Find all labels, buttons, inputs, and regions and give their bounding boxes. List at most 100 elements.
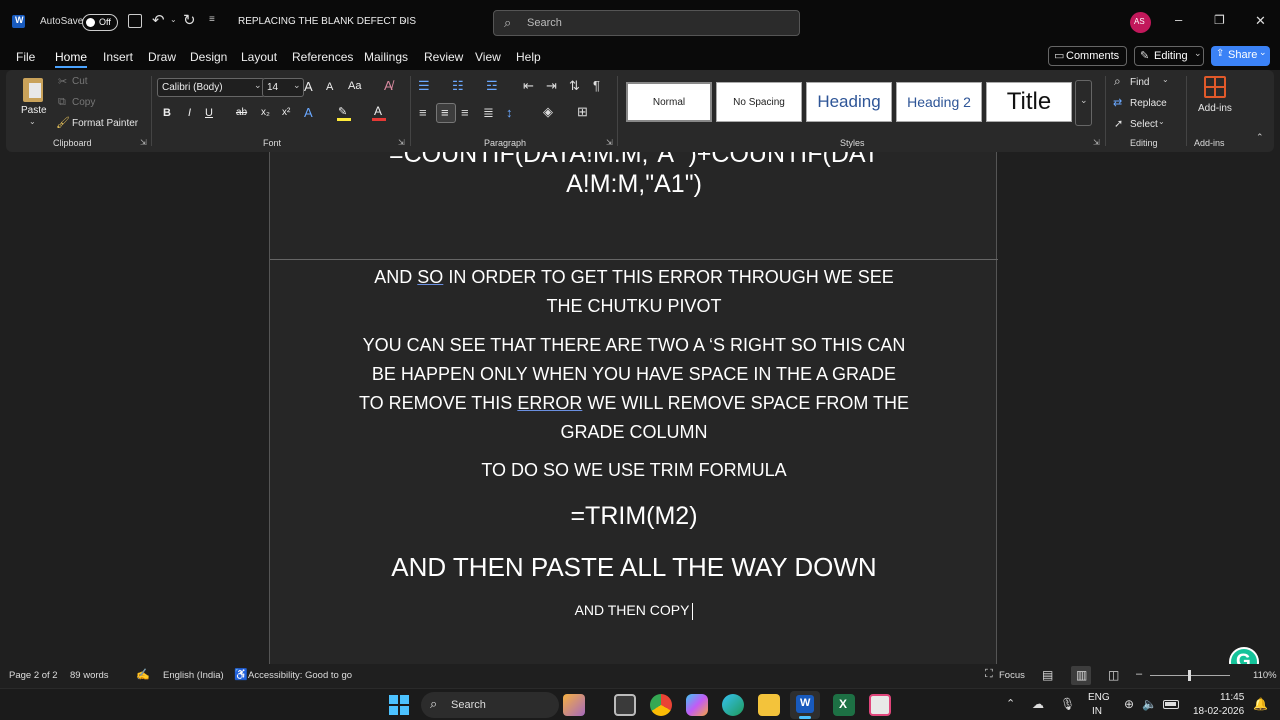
dialog-launcher-icon[interactable]: ⇲	[606, 138, 613, 147]
grow-font-button[interactable]: A	[304, 79, 313, 94]
zoom-out-icon[interactable]: –	[1136, 668, 1142, 680]
subscript-button[interactable]: x₂	[261, 107, 270, 118]
language-line2[interactable]: IN	[1092, 706, 1102, 717]
tab-home[interactable]: Home	[55, 50, 88, 68]
align-center-button[interactable]: ≡	[436, 103, 456, 123]
tab-file[interactable]: File	[16, 50, 35, 64]
tab-insert[interactable]: Insert	[103, 50, 133, 64]
task-view-icon[interactable]	[614, 694, 636, 716]
chevron-up-icon[interactable]: ⌃	[1006, 697, 1015, 710]
text-effects-icon[interactable]: A	[304, 105, 313, 120]
dialog-launcher-icon[interactable]: ⇲	[398, 138, 405, 147]
tab-mailings[interactable]: Mailings	[364, 50, 408, 64]
redo-icon[interactable]: ↻	[183, 11, 196, 29]
web-layout-icon[interactable]: ◫	[1108, 668, 1119, 682]
autosave-toggle[interactable]: Off	[82, 14, 118, 31]
tab-references[interactable]: References	[292, 50, 353, 64]
print-layout-button[interactable]: ▥	[1071, 666, 1091, 685]
format-painter-button[interactable]: Format Painter	[72, 118, 138, 129]
sort-icon[interactable]: ⇅	[569, 78, 580, 94]
document-page[interactable]: =COUNTIF(DATA!M:M,"A ")+COUNTIF(DAT A!M:…	[269, 152, 998, 664]
save-icon[interactable]	[128, 14, 142, 28]
close-icon[interactable]: ✕	[1255, 13, 1266, 29]
shading-icon[interactable]: ◈	[543, 104, 553, 120]
customize-toolbar-icon[interactable]: ≡	[209, 14, 215, 25]
proofing-icon[interactable]: ✍	[136, 668, 150, 681]
editing-mode-button[interactable]: ✎ Editing ⌄	[1134, 46, 1204, 66]
widgets-icon[interactable]	[563, 694, 585, 716]
styles-more-button[interactable]: ⌄	[1075, 80, 1092, 126]
battery-icon[interactable]	[1163, 700, 1179, 709]
borders-icon[interactable]: ⊞	[577, 104, 588, 120]
show-marks-icon[interactable]: ¶	[593, 78, 600, 93]
shrink-font-button[interactable]: A	[326, 81, 333, 93]
title-chevron-icon[interactable]: ⌄	[400, 14, 408, 25]
highlight-color-button[interactable]: ✎	[336, 105, 352, 121]
underline-button[interactable]: U	[205, 107, 213, 119]
change-case-button[interactable]: Aa	[348, 80, 361, 92]
clock-time[interactable]: 11:45	[1220, 692, 1244, 703]
select-button[interactable]: Select	[1130, 119, 1158, 130]
language-line1[interactable]: ENG	[1088, 692, 1110, 703]
font-size-select[interactable]: 14 ⌄	[262, 78, 304, 97]
zoom-level[interactable]: 110%	[1253, 670, 1277, 681]
tab-help[interactable]: Help	[516, 50, 541, 64]
paste-button[interactable]: Paste ⌄	[16, 76, 50, 130]
restore-icon[interactable]: ❐	[1214, 13, 1225, 27]
chrome-icon[interactable]	[650, 694, 672, 716]
style-normal[interactable]: Normal	[626, 82, 712, 122]
page-count[interactable]: Page 2 of 2	[9, 670, 58, 681]
font-color-button[interactable]: A	[372, 104, 386, 121]
volume-icon[interactable]: 🔈	[1142, 697, 1157, 711]
increase-indent-icon[interactable]: ⇥	[546, 78, 557, 94]
undo-icon[interactable]: ↶	[152, 11, 165, 29]
edge-icon[interactable]	[722, 694, 744, 716]
find-button[interactable]: Find	[1130, 77, 1149, 88]
tab-view[interactable]: View	[475, 50, 501, 64]
taskbar-search[interactable]: ⌕ Search	[421, 692, 559, 718]
read-mode-icon[interactable]: ▤	[1042, 668, 1053, 682]
language[interactable]: English (India)	[163, 670, 224, 681]
dialog-launcher-icon[interactable]: ⇲	[1093, 138, 1100, 147]
onedrive-icon[interactable]: ☁	[1032, 697, 1044, 711]
line-spacing-icon[interactable]: ↕	[506, 105, 513, 120]
word-taskbar-button[interactable]: W	[790, 691, 820, 719]
style-heading-2[interactable]: Heading 2	[896, 82, 982, 122]
windows-start-icon[interactable]	[389, 695, 409, 715]
style-title[interactable]: Title	[986, 82, 1072, 122]
align-right-icon[interactable]: ≡	[461, 105, 469, 120]
numbering-icon[interactable]: ☷	[452, 78, 464, 94]
addins-button[interactable]: Add-ins	[1192, 74, 1240, 118]
zoom-slider-thumb[interactable]	[1188, 670, 1191, 681]
document-title[interactable]: REPLACING THE BLANK DEFECT DIS	[238, 16, 416, 27]
tab-review[interactable]: Review	[424, 50, 463, 64]
excel-icon[interactable]: X	[833, 694, 855, 716]
bold-button[interactable]: B	[163, 107, 171, 119]
notification-icon[interactable]: 🔔	[1253, 697, 1268, 711]
replace-button[interactable]: Replace	[1130, 98, 1167, 109]
grammarly-icon[interactable]: G	[1229, 647, 1259, 664]
comments-button[interactable]: ▭ Comments	[1048, 46, 1127, 66]
italic-button[interactable]: I	[188, 107, 191, 119]
word-count[interactable]: 89 words	[70, 670, 109, 681]
decrease-indent-icon[interactable]: ⇤	[523, 78, 534, 94]
file-explorer-icon[interactable]	[758, 694, 780, 716]
dialog-launcher-icon[interactable]: ⇲	[140, 138, 147, 147]
network-icon[interactable]: ⊕	[1124, 697, 1134, 711]
strikethrough-button[interactable]: ab	[236, 107, 247, 118]
style-heading[interactable]: Heading	[806, 82, 892, 122]
justify-icon[interactable]: ≣	[483, 105, 494, 121]
align-left-icon[interactable]: ≡	[419, 105, 427, 120]
tab-layout[interactable]: Layout	[241, 50, 277, 64]
minimize-icon[interactable]: –	[1175, 12, 1182, 27]
clear-formatting-icon[interactable]: A̸	[384, 78, 393, 93]
tab-draw[interactable]: Draw	[148, 50, 176, 64]
accessibility-status[interactable]: Accessibility: Good to go	[248, 670, 352, 681]
copy-button[interactable]: Copy	[72, 97, 95, 108]
collapse-ribbon-icon[interactable]: ⌃	[1256, 132, 1264, 143]
bullets-icon[interactable]: ☰	[418, 78, 430, 94]
multilevel-list-icon[interactable]: ☲	[486, 78, 498, 94]
superscript-button[interactable]: x²	[282, 107, 290, 118]
cut-button[interactable]: Cut	[72, 76, 88, 87]
clock-date[interactable]: 18-02-2026	[1193, 706, 1244, 717]
